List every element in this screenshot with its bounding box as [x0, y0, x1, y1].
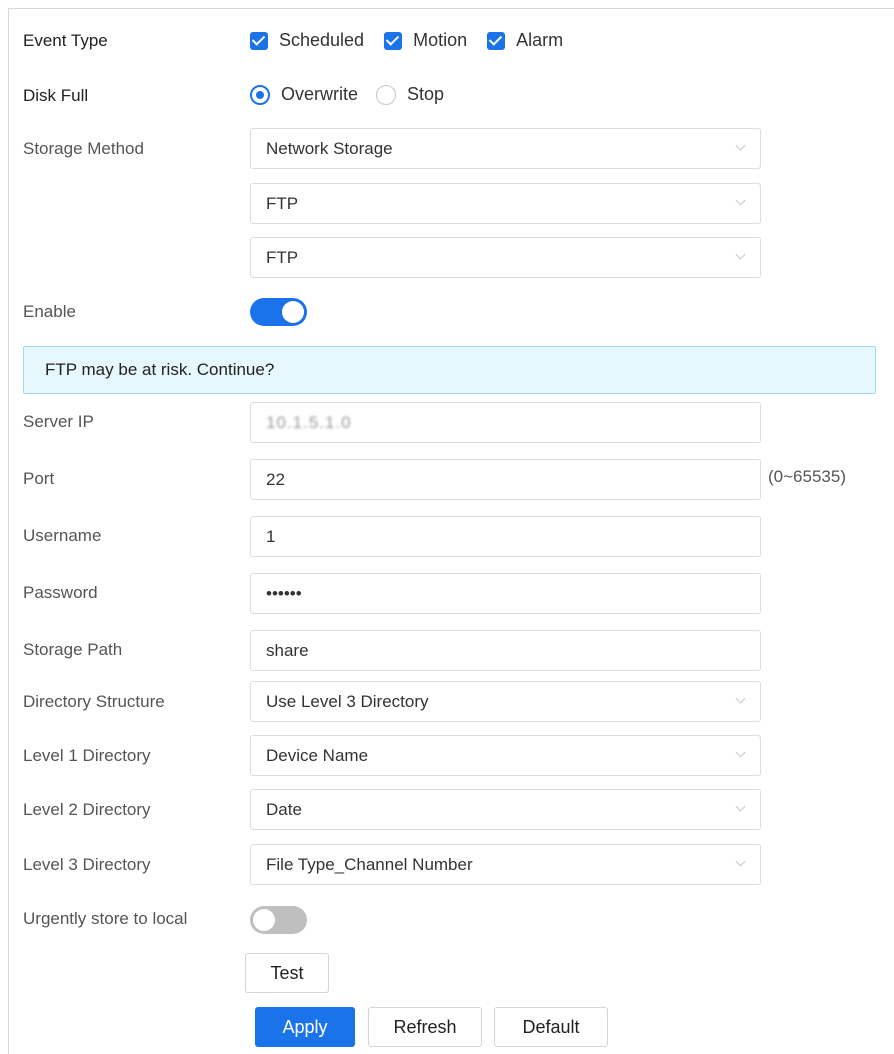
level3-directory-label: Level 3 Directory: [23, 855, 151, 874]
storage-protocol-select[interactable]: FTP: [250, 183, 761, 224]
radio-selected-icon: [250, 84, 270, 105]
level1-directory-select[interactable]: Device Name: [250, 735, 761, 776]
storage-mode-value: FTP: [266, 247, 299, 267]
username-value: 1: [266, 526, 276, 546]
level2-directory-select[interactable]: Date: [250, 789, 761, 830]
port-range-hint: (0~65535): [768, 467, 846, 486]
motion-checkbox-label: Motion: [413, 30, 468, 50]
motion-checkbox[interactable]: Motion: [384, 30, 467, 51]
level2-directory-label: Level 2 Directory: [23, 800, 151, 819]
directory-structure-select[interactable]: Use Level 3 Directory: [250, 681, 761, 722]
chevron-down-icon: [736, 197, 746, 207]
event-type-checkboxes: Scheduled Motion Alarm: [250, 30, 583, 51]
refresh-button[interactable]: Refresh: [368, 1007, 482, 1047]
stop-radio-label: Stop: [407, 84, 445, 104]
storage-method-label: Storage Method: [23, 139, 144, 158]
level2-directory-value: Date: [266, 799, 302, 819]
disk-full-label: Disk Full: [23, 86, 89, 105]
chevron-down-icon: [736, 803, 746, 813]
directory-structure-label: Directory Structure: [23, 692, 165, 711]
password-value: ••••••: [266, 583, 302, 603]
level1-directory-value: Device Name: [266, 745, 369, 765]
checkbox-checked-icon: [487, 31, 506, 50]
overwrite-radio-label: Overwrite: [281, 84, 359, 104]
overwrite-radio[interactable]: Overwrite: [250, 84, 358, 105]
level3-directory-value: File Type_Channel Number: [266, 854, 473, 874]
chevron-down-icon: [736, 858, 746, 868]
level3-directory-select[interactable]: File Type_Channel Number: [250, 844, 761, 885]
storage-path-value: share: [266, 640, 309, 660]
disk-full-radios: Overwrite Stop: [250, 84, 462, 105]
server-ip-value: 10.1.5.1.0: [266, 412, 352, 432]
radio-unselected-icon: [376, 84, 397, 105]
event-type-label: Event Type: [23, 31, 108, 50]
chevron-down-icon: [736, 251, 746, 261]
port-value: 22: [266, 469, 285, 489]
storage-method-value: Network Storage: [266, 138, 393, 158]
level1-directory-label: Level 1 Directory: [23, 746, 151, 765]
stop-radio[interactable]: Stop: [376, 84, 444, 105]
port-input[interactable]: 22: [250, 459, 761, 500]
urgent-store-label: Urgently store to local: [23, 909, 188, 928]
server-ip-label: Server IP: [23, 412, 94, 431]
chevron-down-icon: [736, 695, 746, 705]
port-label: Port: [23, 469, 55, 488]
password-input[interactable]: ••••••: [250, 573, 761, 614]
storage-method-select[interactable]: Network Storage: [250, 128, 761, 169]
alarm-checkbox-label: Alarm: [516, 30, 564, 50]
default-button[interactable]: Default: [494, 1007, 608, 1047]
enable-label: Enable: [23, 302, 76, 321]
storage-path-input[interactable]: share: [250, 630, 761, 671]
storage-mode-select[interactable]: FTP: [250, 237, 761, 278]
password-label: Password: [23, 583, 98, 602]
toggle-knob: [282, 301, 304, 323]
urgent-store-toggle[interactable]: [250, 906, 307, 934]
toggle-knob: [253, 909, 275, 931]
alert-message: FTP may be at risk. Continue?: [45, 360, 275, 379]
apply-button[interactable]: Apply: [255, 1007, 355, 1047]
chevron-down-icon: [736, 749, 746, 759]
chevron-down-icon: [736, 142, 746, 152]
username-input[interactable]: 1: [250, 516, 761, 557]
username-label: Username: [23, 526, 102, 545]
ftp-risk-alert: FTP may be at risk. Continue?: [23, 346, 876, 394]
server-ip-input[interactable]: 10.1.5.1.0: [250, 402, 761, 443]
directory-structure-value: Use Level 3 Directory: [266, 691, 429, 711]
storage-protocol-value: FTP: [266, 193, 299, 213]
alarm-checkbox[interactable]: Alarm: [487, 30, 563, 51]
test-button[interactable]: Test: [245, 953, 329, 993]
storage-path-label: Storage Path: [23, 640, 123, 659]
scheduled-checkbox[interactable]: Scheduled: [250, 30, 364, 51]
scheduled-checkbox-label: Scheduled: [279, 30, 365, 50]
checkbox-checked-icon: [384, 31, 403, 50]
checkbox-checked-icon: [250, 31, 268, 50]
enable-toggle[interactable]: [250, 298, 307, 326]
